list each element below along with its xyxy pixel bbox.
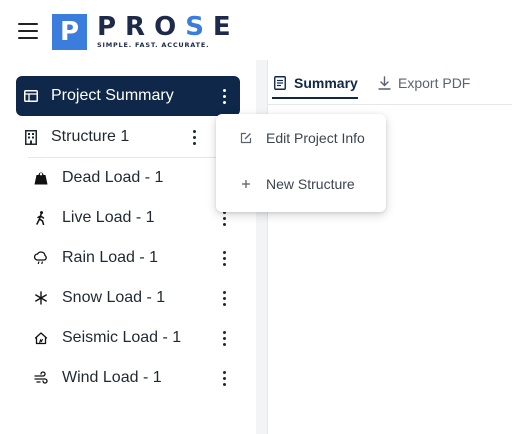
sidebar-item-live-load[interactable]: Live Load - 1 [30, 198, 240, 238]
sidebar-item-label: Live Load - 1 [62, 209, 155, 226]
rain-load-more-icon[interactable] [216, 248, 232, 268]
logo-word: PROSE [97, 12, 240, 42]
sidebar-item-dead-load[interactable]: Dead Load - 1 [30, 158, 240, 198]
edit-icon [238, 132, 254, 144]
sidebar-item-rain-load[interactable]: Rain Load - 1 [30, 238, 240, 278]
document-icon [272, 75, 288, 91]
sidebar-item-label: Project Summary [51, 87, 174, 104]
sidebar-item-label: Rain Load - 1 [62, 249, 159, 266]
tab-summary[interactable]: Summary [272, 60, 358, 105]
building-icon [21, 127, 41, 147]
tab-export-pdf[interactable]: Export PDF [376, 60, 470, 105]
sidebar-item-snow-load[interactable]: Snow Load - 1 [30, 278, 240, 318]
project-context-menu: Edit Project Info New Structure [216, 114, 386, 212]
snowflake-icon [30, 288, 52, 308]
wind-icon [30, 368, 52, 388]
logo-tagline: SIMPLE. FAST. ACCURATE. [97, 41, 210, 49]
menu-item-edit-project-info[interactable]: Edit Project Info [216, 118, 386, 158]
sidebar-item-label: Seismic Load - 1 [62, 329, 182, 346]
table-icon [21, 86, 41, 106]
menu-item-new-structure[interactable]: New Structure [216, 164, 386, 204]
sidebar-item-seismic-load[interactable]: Seismic Load - 1 [30, 318, 240, 358]
download-icon [376, 75, 392, 91]
sidebar-item-project-summary[interactable]: Project Summary [16, 76, 240, 116]
hamburger-menu-icon[interactable] [18, 23, 38, 39]
top-bar: P PROSE SIMPLE. FAST. ACCURATE. [0, 0, 512, 60]
tab-summary-label: Summary [294, 74, 358, 91]
house-seismic-icon [30, 328, 52, 348]
sidebar-item-label: Snow Load - 1 [62, 289, 166, 306]
sidebar-item-label: Structure 1 [51, 128, 130, 145]
content-tab-bar: Summary Export PDF [268, 60, 512, 105]
menu-item-label: New Structure [266, 176, 355, 192]
project-summary-more-icon[interactable] [216, 86, 232, 106]
structure-more-icon[interactable] [186, 127, 202, 147]
menu-item-label: Edit Project Info [266, 130, 365, 146]
tab-export-pdf-label: Export PDF [398, 74, 471, 91]
weight-icon [30, 168, 52, 188]
wind-load-more-icon[interactable] [216, 368, 232, 388]
sidebar-item-wind-load[interactable]: Wind Load - 1 [30, 358, 240, 398]
prose-logo[interactable]: P PROSE SIMPLE. FAST. ACCURATE. [52, 14, 240, 50]
cloud-rain-icon [30, 248, 52, 268]
sidebar-item-label: Dead Load - 1 [62, 169, 164, 186]
snow-load-more-icon[interactable] [216, 288, 232, 308]
seismic-load-more-icon[interactable] [216, 328, 232, 348]
sidebar-item-label: Wind Load - 1 [62, 369, 162, 386]
plus-icon [238, 179, 254, 189]
sidebar-item-structure[interactable]: Structure 1 [16, 117, 216, 157]
logo-text: PROSE SIMPLE. FAST. ACCURATE. [97, 14, 240, 49]
logo-letter: P [52, 14, 87, 50]
person-walking-icon [30, 208, 52, 228]
